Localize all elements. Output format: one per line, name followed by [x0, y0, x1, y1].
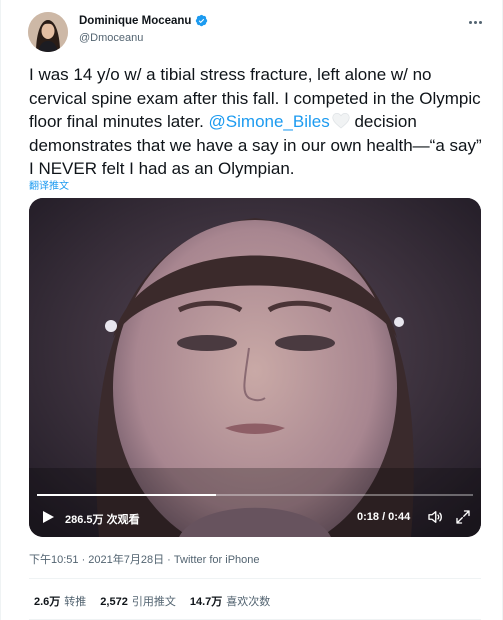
tweet-metadata: 下午10:51 · 2021年7月28日 · Twitter for iPhon…	[29, 551, 260, 567]
retweets-count: 2.6万	[34, 596, 61, 608]
likes-label: 喜欢次数	[226, 596, 271, 608]
retweets-stat[interactable]: 2.6万 转推	[34, 593, 86, 609]
tweet-source[interactable]: Twitter for iPhone	[174, 554, 260, 566]
translate-tweet-link[interactable]: 翻译推文	[29, 177, 69, 192]
video-frame-image	[29, 198, 481, 537]
verified-badge-icon	[196, 14, 208, 27]
author-name-row: Dominique Moceanu	[79, 14, 208, 27]
author-handle[interactable]: @Dmoceanu	[79, 32, 143, 44]
more-dot-icon	[473, 20, 477, 24]
video-time: 0:18 / 0:44	[357, 511, 411, 523]
mention-link[interactable]: @Simone_Biles	[209, 112, 330, 131]
volume-icon[interactable]	[426, 508, 444, 526]
fullscreen-icon[interactable]	[454, 508, 472, 526]
play-icon[interactable]	[41, 510, 55, 524]
tweet-timestamp[interactable]: 下午10:51 · 2021年7月28日 ·	[29, 554, 174, 566]
divider	[29, 578, 481, 579]
likes-stat[interactable]: 14.7万 喜欢次数	[190, 593, 270, 609]
tweet-text: I was 14 y/o w/ a tibial stress fracture…	[29, 63, 491, 181]
more-dot-icon	[478, 20, 482, 24]
avatar[interactable]	[28, 12, 68, 52]
quote-tweets-count: 2,572	[100, 596, 128, 608]
video-progress-fill	[37, 494, 216, 496]
more-dot-icon	[468, 20, 472, 24]
white-heart-emoji-icon	[332, 112, 350, 129]
retweets-label: 转推	[64, 596, 87, 608]
likes-count: 14.7万	[189, 596, 223, 608]
tweet-card: Dominique Moceanu @Dmoceanu I was 14 y/o…	[0, 0, 503, 620]
avatar-image	[28, 12, 68, 52]
video-player[interactable]: 286.5万 次观看 0:18 / 0:44	[29, 198, 481, 537]
video-progress-bar[interactable]	[37, 494, 473, 496]
author-display-name[interactable]: Dominique Moceanu	[79, 15, 191, 27]
quote-tweets-stat[interactable]: 2,572 引用推文	[100, 593, 176, 609]
quote-tweets-label: 引用推文	[131, 596, 176, 608]
video-controls: 286.5万 次观看 0:18 / 0:44	[29, 503, 481, 531]
more-options-button[interactable]	[463, 12, 487, 32]
engagement-stats: 2.6万 转推 2,572 引用推文 14.7万 喜欢次数	[34, 593, 270, 609]
video-view-count: 286.5万 次观看	[65, 514, 140, 526]
